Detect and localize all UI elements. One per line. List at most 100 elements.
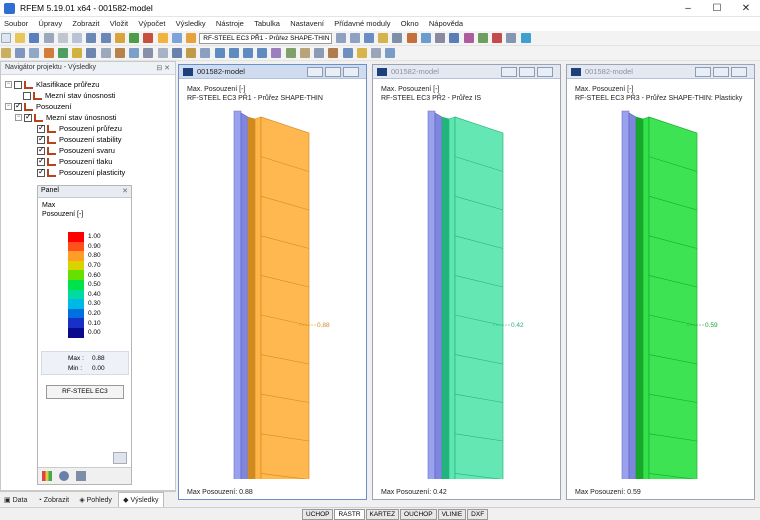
table-icon[interactable]	[157, 33, 168, 43]
close-icon[interactable]: ✕	[732, 0, 760, 17]
snap-icon[interactable]	[171, 48, 182, 58]
member-view[interactable]: xyz0.88	[179, 103, 366, 479]
delete-icon[interactable]	[492, 33, 503, 43]
values-icon[interactable]	[378, 33, 389, 43]
line-icon[interactable]	[15, 48, 26, 58]
steel-icon[interactable]	[186, 33, 197, 43]
render-icon[interactable]	[463, 33, 474, 43]
minimize-icon[interactable]: –	[674, 0, 702, 17]
window-restore-icon[interactable]	[713, 67, 729, 77]
tree-item-tlaku[interactable]: Posouzení tlaku	[37, 156, 112, 167]
extra-icon[interactable]	[385, 48, 396, 58]
menu-vlozit[interactable]: Vložit	[106, 17, 132, 30]
status-ouchop[interactable]: OUCHOP	[400, 509, 437, 520]
calc-icon[interactable]	[114, 33, 125, 43]
maximize-icon[interactable]: ☐	[703, 0, 731, 17]
window-close-icon[interactable]	[537, 67, 553, 77]
model-window-2[interactable]: 001582-model Max. Posouzení [-] RF-STEEL E…	[372, 64, 561, 500]
open-icon[interactable]	[15, 33, 26, 43]
menu-napoveda[interactable]: Nápověda	[425, 17, 467, 30]
tree-checkbox[interactable]	[37, 134, 45, 144]
tree-item-prurezu[interactable]: Posouzení průřezu	[37, 123, 122, 134]
module-icon[interactable]	[171, 33, 182, 43]
menu-zobrazit[interactable]: Zobrazit	[68, 17, 103, 30]
support-icon[interactable]	[57, 48, 68, 58]
dim-icon[interactable]	[143, 48, 154, 58]
tree-checkbox[interactable]	[14, 101, 22, 111]
pointer-icon[interactable]	[1, 48, 11, 58]
tree-item-msu-1[interactable]: Mezní stav únosnosti	[23, 90, 115, 101]
window-close-icon[interactable]	[731, 67, 747, 77]
tree-checkbox[interactable]	[37, 123, 45, 133]
tree-checkbox[interactable]	[24, 112, 32, 122]
node-icon[interactable]	[29, 48, 40, 58]
copy-icon[interactable]	[72, 33, 83, 43]
panel-settings-icon[interactable]	[113, 452, 127, 464]
menu-vypocet[interactable]: Výpočet	[134, 17, 169, 30]
window-minimize-icon[interactable]	[695, 67, 711, 77]
print-icon[interactable]	[43, 33, 54, 43]
model-window-3[interactable]: 001582-model Max. Posouzení [-] RF-STEEL E…	[566, 64, 755, 500]
results-icon[interactable]	[129, 33, 140, 43]
status-vlinie[interactable]: VLINIE	[437, 509, 467, 520]
hinge-icon[interactable]	[114, 48, 125, 58]
view-icon[interactable]	[363, 33, 374, 43]
menu-pridavne-moduly[interactable]: Přídavné moduly	[330, 17, 394, 30]
status-uchop[interactable]: UCHOP	[302, 509, 334, 520]
tree-item-klasifikace[interactable]: − Klasifikace průřezu	[5, 79, 99, 90]
save-icon[interactable]	[29, 33, 40, 43]
menu-upravy[interactable]: Úpravy	[34, 17, 66, 30]
solid-icon[interactable]	[100, 48, 111, 58]
model-icon[interactable]	[449, 33, 460, 43]
edit-icon[interactable]	[76, 471, 86, 481]
load-icon[interactable]	[72, 48, 83, 58]
model-window-1[interactable]: 001582-model Max. Posouzení [-] RF-STEEL E…	[178, 64, 367, 500]
rf-steel-button[interactable]: RF-STEEL EC3	[46, 385, 124, 399]
status-rastr[interactable]: RASTR	[334, 509, 365, 520]
window-minimize-icon[interactable]	[307, 67, 323, 77]
tab-data[interactable]: ▣ Data	[0, 493, 31, 507]
menu-vysledky[interactable]: Výsledky	[172, 17, 210, 30]
color-scale-icon[interactable]	[42, 471, 52, 481]
zoom-all-icon[interactable]	[200, 48, 211, 58]
menu-nastroje[interactable]: Nástroje	[212, 17, 248, 30]
view-x-icon[interactable]	[214, 48, 225, 58]
grid-icon[interactable]	[157, 48, 168, 58]
menu-tabulka[interactable]: Tabulka	[250, 17, 284, 30]
prev-case-icon[interactable]	[335, 33, 346, 43]
highlight-icon[interactable]	[356, 48, 367, 58]
tree-checkbox[interactable]	[37, 167, 45, 177]
menu-okno[interactable]: Okno	[397, 17, 423, 30]
next-case-icon[interactable]	[349, 33, 360, 43]
filter-icon[interactable]	[392, 33, 403, 43]
view-iso-icon[interactable]	[257, 48, 268, 58]
animate-icon[interactable]	[420, 33, 431, 43]
transp-icon[interactable]	[299, 48, 310, 58]
graph-icon[interactable]	[406, 33, 417, 43]
tab-vysledky[interactable]: ◆ Výsledky	[118, 492, 164, 508]
surface-icon[interactable]	[86, 48, 97, 58]
view-z-icon[interactable]	[242, 48, 253, 58]
expand-icon[interactable]: −	[5, 103, 12, 110]
zoom-icon[interactable]	[186, 48, 197, 58]
options-icon[interactable]	[371, 48, 382, 58]
tree-checkbox[interactable]	[14, 80, 22, 89]
new-icon[interactable]	[1, 33, 11, 43]
tree-item-msu-2[interactable]: − Mezní stav únosnosti	[15, 112, 116, 123]
tree-item-svaru[interactable]: Posouzení svaru	[37, 145, 115, 156]
status-kartez[interactable]: KARTEZ	[365, 509, 400, 520]
module-case-select[interactable]: RF-STEEL EC3 PŘ1 - Průřez SHAPE-THIN	[199, 33, 333, 44]
window-restore-icon[interactable]	[519, 67, 535, 77]
tree-checkbox[interactable]	[37, 145, 45, 155]
measure-icon[interactable]	[129, 48, 140, 58]
view-y-icon[interactable]	[228, 48, 239, 58]
tab-zobrazit[interactable]: ◔ Zobrazit	[34, 494, 73, 507]
window-close-icon[interactable]	[343, 67, 359, 77]
section-icon[interactable]	[435, 33, 446, 43]
undo-icon[interactable]	[86, 33, 97, 43]
menu-soubor[interactable]: Soubor	[0, 17, 32, 30]
member-view[interactable]: xyz0.59	[567, 103, 754, 479]
globe-icon[interactable]	[520, 33, 531, 43]
settings-icon[interactable]	[506, 33, 517, 43]
info-icon[interactable]	[328, 48, 339, 58]
